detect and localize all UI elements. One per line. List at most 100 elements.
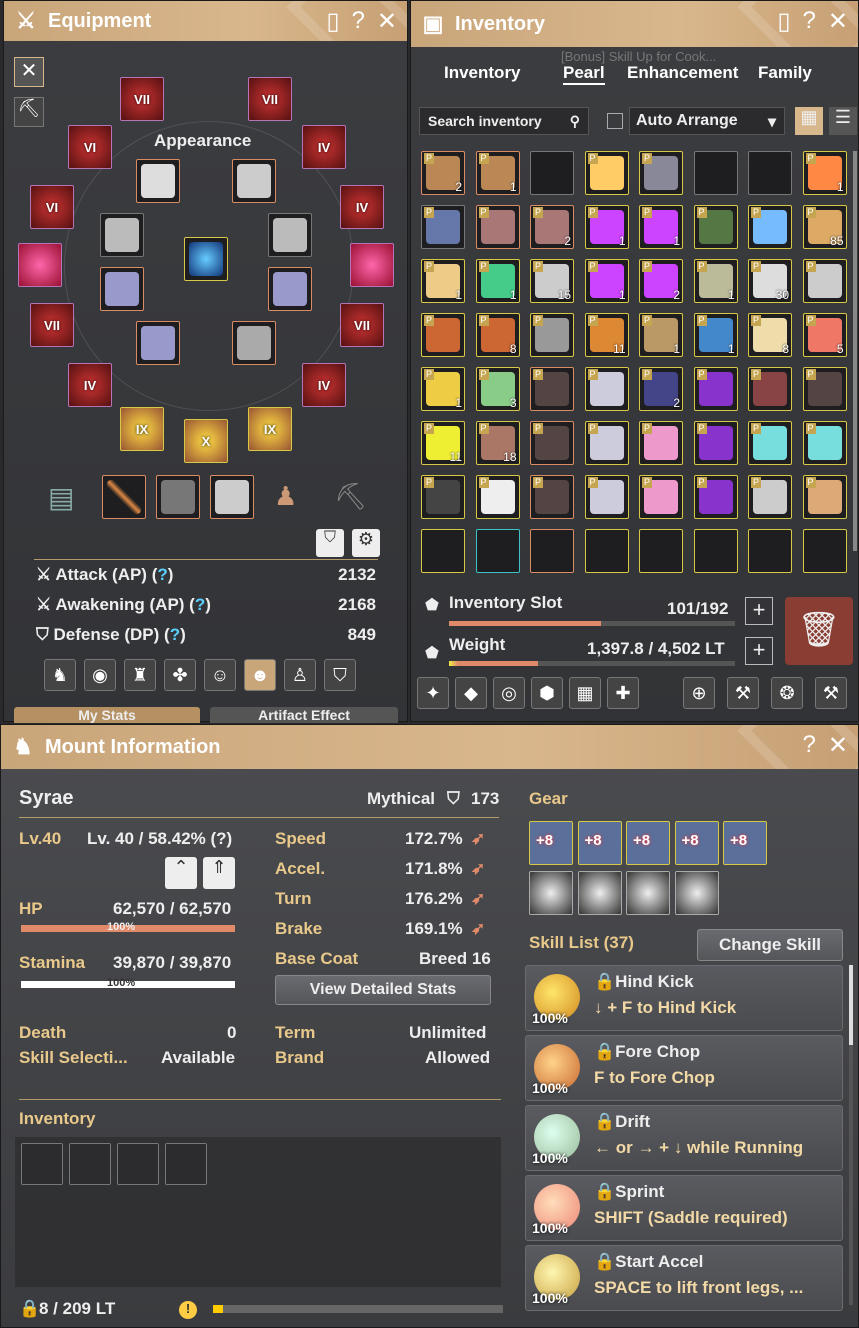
inventory-slot[interactable]: P <box>639 421 683 465</box>
inventory-slot[interactable] <box>639 529 683 573</box>
settings-gear-icon[interactable]: ⚙ <box>352 529 380 557</box>
equip-slot-armor[interactable]: VII <box>248 77 292 121</box>
level-max-button[interactable]: ⇑ <box>203 857 235 889</box>
inventory-slot[interactable]: P 11 <box>421 421 465 465</box>
inventory-slot[interactable]: P <box>748 205 792 249</box>
inventory-slot[interactable]: P <box>748 421 792 465</box>
inventory-slot[interactable]: P1 <box>584 205 629 249</box>
costume-slot-5[interactable] <box>100 267 144 311</box>
help-icon[interactable]: ? <box>352 7 365 36</box>
add-slot-button[interactable]: + <box>745 597 773 625</box>
equip-slot-ring-orb-r[interactable] <box>350 243 394 287</box>
skill-item[interactable]: 100% 🔒Sprint SHIFT (Saddle required) <box>525 1175 843 1241</box>
view-detailed-stats-button[interactable]: View Detailed Stats <box>275 975 491 1005</box>
inventory-slot[interactable]: P1 <box>802 151 847 195</box>
inventory-slot[interactable]: P3 <box>475 367 520 411</box>
accessory-slot-2[interactable] <box>156 475 200 519</box>
mount-inventory-slot[interactable] <box>21 1143 63 1185</box>
trash-button[interactable]: 🗑 <box>785 597 853 665</box>
inventory-slot[interactable] <box>748 151 792 195</box>
repair-hammer-icon[interactable]: ⚒ <box>815 677 847 709</box>
person-icon[interactable]: ♙ <box>284 659 316 691</box>
inventory-slot[interactable] <box>475 529 520 573</box>
equip-slot-ring-2[interactable]: VII <box>340 303 384 347</box>
globe-icon[interactable]: ⊕ <box>683 677 715 709</box>
mount-inventory-slot[interactable] <box>165 1143 207 1185</box>
swirl-icon[interactable]: ❂ <box>771 677 803 709</box>
mount-inventory-slot[interactable] <box>117 1143 159 1185</box>
costume-slot-4[interactable] <box>268 213 312 257</box>
inventory-slot[interactable] <box>584 529 629 573</box>
inventory-slot[interactable]: P <box>530 421 574 465</box>
inventory-slot[interactable] <box>530 529 574 573</box>
inventory-slot[interactable]: P1 <box>584 259 629 303</box>
inventory-slot[interactable]: P <box>802 367 847 411</box>
gear-slot[interactable] <box>529 871 573 915</box>
gear-slot[interactable]: +8 <box>674 821 719 865</box>
scrollbar[interactable] <box>853 151 857 551</box>
paw-icon[interactable]: ✤ <box>164 659 196 691</box>
pickaxe-tab[interactable]: ⛏ <box>14 97 44 127</box>
gem-icon[interactable]: ◆ <box>455 677 487 709</box>
inventory-slot[interactable] <box>421 529 465 573</box>
equipment-titlebar[interactable]: ⚔ Equipment ▯? ✕ <box>4 1 407 41</box>
magic-wand-icon[interactable]: ✦ <box>417 677 449 709</box>
inventory-slot[interactable]: P <box>584 421 629 465</box>
skill-item[interactable]: 100% 🔒Drift ← or → + ↓ while Running <box>525 1105 843 1171</box>
equip-slot-ring-1[interactable]: VII <box>30 303 74 347</box>
skill-item[interactable]: 100% 🔒Start Accel SPACE to lift front legs… <box>525 1245 843 1311</box>
inventory-slot[interactable]: P1 <box>693 259 738 303</box>
equip-slot-offhand[interactable]: IX <box>248 407 292 451</box>
inventory-slot[interactable]: P <box>421 313 465 357</box>
equip-slot-gloves[interactable]: VI <box>68 125 112 169</box>
inventory-slot[interactable]: P <box>748 475 792 519</box>
inventory-slot[interactable]: P1 <box>475 151 520 195</box>
inventory-slot[interactable]: P2 <box>639 367 683 411</box>
equip-slot-belt[interactable]: IV <box>68 363 112 407</box>
add-weight-button[interactable]: + <box>745 637 773 665</box>
inventory-slot[interactable]: P <box>693 205 738 249</box>
level-up-button[interactable]: ⌃ <box>165 857 197 889</box>
inventory-slot[interactable] <box>748 529 792 573</box>
gear-slot[interactable]: +8 <box>723 821 767 865</box>
skill-scrollbar[interactable] <box>849 965 853 1305</box>
mask-icon[interactable]: ◉ <box>84 659 116 691</box>
inventory-slot[interactable]: P <box>802 259 847 303</box>
pick-icon[interactable]: ⛏ <box>334 481 367 512</box>
inventory-slot[interactable]: P <box>639 475 683 519</box>
inventory-slot[interactable]: P <box>693 421 738 465</box>
inventory-slot[interactable]: P <box>421 205 465 249</box>
inventory-slot[interactable]: P1 <box>475 259 520 303</box>
equip-slot-necklace[interactable]: IV <box>302 363 346 407</box>
inventory-slot[interactable]: P <box>584 475 629 519</box>
inventory-slot[interactable] <box>693 529 738 573</box>
skill-item[interactable]: 100% 🔒Fore Chop F to Fore Chop <box>525 1035 843 1101</box>
inventory-slot[interactable] <box>802 529 847 573</box>
puzzle-icon[interactable]: ✚ <box>607 677 639 709</box>
inventory-slot[interactable]: P <box>748 367 792 411</box>
book-icon[interactable]: ▤ <box>48 481 74 514</box>
close-icon[interactable]: ✕ <box>377 7 397 36</box>
inventory-slot[interactable]: P1 <box>639 313 683 357</box>
inventory-slot[interactable]: P <box>639 151 683 195</box>
crossed-swords-tab[interactable]: ✕ <box>14 57 44 87</box>
inventory-slot[interactable]: P <box>475 475 520 519</box>
hammer-icon[interactable]: ⚒ <box>727 677 759 709</box>
inventory-slot[interactable]: P <box>530 313 574 357</box>
accessory-slot-3[interactable] <box>210 475 254 519</box>
inventory-slot[interactable]: P <box>475 205 520 249</box>
mount-titlebar[interactable]: ♞ Mount Information ? ✕ <box>1 725 858 769</box>
horse-icon[interactable]: ♞ <box>44 659 76 691</box>
gear-slot[interactable]: +8 <box>577 821 622 865</box>
equip-slot-awakening[interactable]: X <box>184 419 228 463</box>
costume-slot-3[interactable] <box>100 213 144 257</box>
equip-slot-earring-2[interactable]: IV <box>340 185 384 229</box>
inventory-slot[interactable]: P <box>530 367 574 411</box>
equip-slot-shoes[interactable]: IV <box>302 125 346 169</box>
inventory-slot[interactable]: P5 <box>802 313 847 357</box>
inventory-slot[interactable]: P2 <box>421 151 465 195</box>
inventory-slot[interactable]: P <box>802 421 847 465</box>
inventory-slot[interactable]: P 15 <box>530 259 574 303</box>
shield-icon[interactable]: ⛉ <box>324 659 356 691</box>
gear-slot[interactable] <box>674 871 719 915</box>
